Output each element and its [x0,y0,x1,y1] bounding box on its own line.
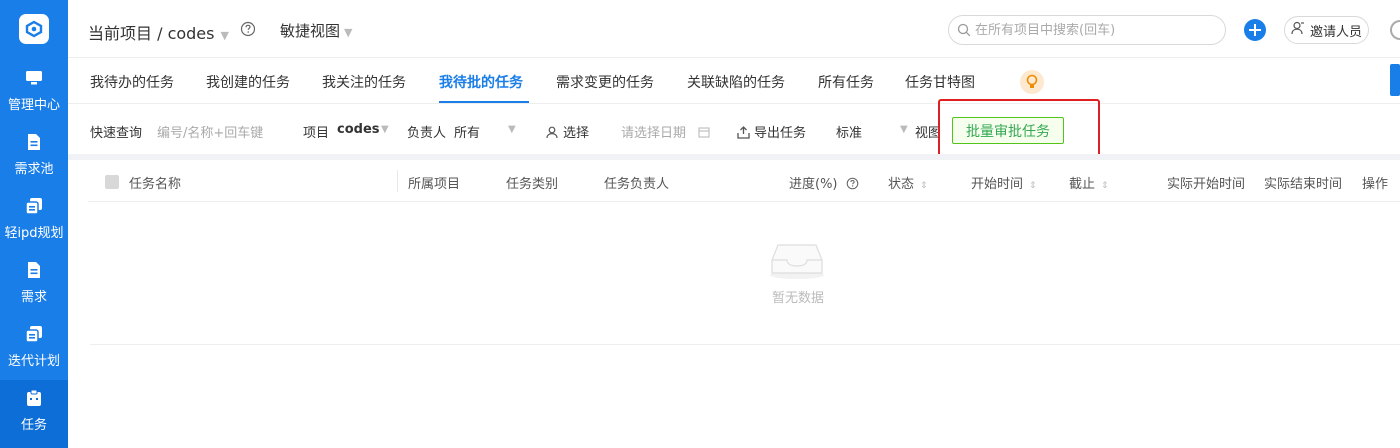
project-filter-value[interactable]: codes [337,122,380,137]
column-start-time[interactable]: 开始时间 ⇕ [971,173,1037,192]
assignee-filter-label: 负责人 [407,126,447,141]
active-tab-indicator [439,101,529,103]
sidebar-item-label: 轻ipd规划 [4,226,64,241]
caret-down-icon[interactable]: ▼ [900,124,908,135]
sort-icon: ⇕ [1029,181,1037,191]
invite-button[interactable]: 邀请人员 [1284,16,1369,44]
user-icon [1291,21,1305,39]
column-actual-start: 实际开始时间 [1167,177,1246,192]
app-logo[interactable] [0,0,68,58]
status-column-label: 状态 [888,177,915,192]
sidebar-item-iteration-plan[interactable]: 迭代计划 [0,316,68,380]
app-root: 管理中心 需求池 轻ipd规划 需求 迭代计划 任务 当前项目 / codes … [0,0,1400,448]
view-selector[interactable]: 敏捷视图 ▼ [280,20,352,41]
column-progress[interactable]: 进度(%) [789,173,859,192]
empty-inbox-icon [768,240,826,280]
tab-my-followed[interactable]: 我关注的任务 [322,72,406,92]
sort-icon: ⇕ [1101,181,1109,191]
plus-icon [1249,24,1261,36]
quick-query-input[interactable]: 编号/名称+回车键 [157,122,263,141]
date-picker[interactable]: 请选择日期 [621,122,710,141]
project-filter-label: 项目 [303,126,330,141]
column-task-name: 任务名称 [129,177,182,192]
start-time-column-label: 开始时间 [971,177,1024,192]
monitor-icon [24,68,44,88]
tab-my-created[interactable]: 我创建的任务 [206,72,290,92]
document-icon [24,260,44,280]
tab-my-todo[interactable]: 我待办的任务 [90,72,174,92]
sidebar-item-label: 任务 [20,418,47,433]
search-input[interactable] [975,22,1215,38]
column-deadline[interactable]: 截止 ⇕ [1069,173,1109,192]
copy-icon [24,324,44,344]
column-task-type: 任务类别 [506,177,559,192]
progress-column-label: 进度(%) [789,177,838,192]
tab-requirement-changed[interactable]: 需求变更的任务 [556,72,654,92]
empty-state-text: 暂无数据 [771,291,824,306]
sort-icon: ⇕ [920,181,928,191]
select-label: 选择 [563,126,590,141]
column-status[interactable]: 状态 ⇕ [888,173,928,192]
calendar-icon [698,127,710,138]
quick-query-label: 快速查询 [90,126,143,141]
view-label: 敏捷视图 [280,22,341,40]
sidebar-item-management[interactable]: 管理中心 [0,60,68,124]
search-icon [957,23,971,37]
export-button[interactable]: 导出任务 [737,122,806,141]
avatar[interactable] [1390,20,1400,40]
deadline-column-label: 截止 [1069,177,1096,192]
column-project: 所属项目 [408,177,461,192]
clipboard-icon [24,388,44,408]
column-actual-end: 实际结束时间 [1264,177,1343,192]
column-assignee: 任务负责人 [604,177,670,192]
invite-label: 邀请人员 [1309,24,1362,40]
sidebar-item-label: 需求池 [14,162,54,177]
sidebar-item-requirement[interactable]: 需求 [0,252,68,316]
export-icon [737,126,750,139]
side-panel-toggle[interactable] [1390,64,1400,96]
select-user-button[interactable]: 选择 [546,122,589,141]
logo-icon [19,14,49,44]
standard-view-select[interactable]: 标准 [836,122,862,141]
tab-gantt[interactable]: 任务甘特图 [905,72,975,92]
date-placeholder: 请选择日期 [621,126,687,141]
filter-bar: 快速查询 编号/名称+回车键 项目 codes ▼ 负责人 所有 ▼ 选择 请选… [68,104,1400,154]
caret-down-icon: ▼ [344,26,353,39]
tab-all-tasks[interactable]: 所有任务 [818,72,874,92]
lightbulb-icon[interactable] [1020,70,1044,94]
select-all-checkbox[interactable] [105,175,119,189]
export-label: 导出任务 [754,126,807,141]
copy-icon [24,196,44,216]
task-tabs: 我待办的任务 我创建的任务 我关注的任务 我待批的任务 需求变更的任务 关联缺陷… [68,58,1400,104]
sidebar-item-requirement-pool[interactable]: 需求池 [0,124,68,188]
global-search[interactable] [948,15,1226,45]
top-header: 当前项目 / codes▼ 敏捷视图▼ 邀请人员 [68,0,1400,58]
sidebar-item-label: 需求 [20,290,47,305]
caret-down-icon[interactable]: ▼ [381,124,389,135]
sidebar-item-label: 管理中心 [7,98,60,113]
caret-down-icon: ▼ [220,29,229,42]
project-label: 当前项目 / codes [88,24,215,43]
table-bottom-divider [90,344,1400,345]
assignee-filter-value[interactable]: 所有 [454,122,480,141]
table-header: 任务名称 所属项目 任务类别 任务负责人 进度(%) 状态 ⇕ 开始时间 ⇕ 截止 ⇕… [88,160,1400,202]
user-icon [546,126,558,139]
column-actions: 操作 [1362,177,1389,192]
tab-pending-approval[interactable]: 我待批的任务 [439,72,523,92]
sidebar-item-ipd-plan[interactable]: 轻ipd规划 [0,188,68,252]
sidebar-item-task[interactable]: 任务 [0,380,68,448]
tab-linked-defects[interactable]: 关联缺陷的任务 [687,72,785,92]
column-divider[interactable] [397,170,398,192]
caret-down-icon[interactable]: ▼ [508,124,516,135]
document-icon [24,132,44,152]
sidebar: 管理中心 需求池 轻ipd规划 需求 迭代计划 任务 [0,0,68,448]
project-selector[interactable]: 当前项目 / codes ▼ [88,20,229,44]
add-button[interactable] [1244,19,1266,41]
help-icon [846,177,858,190]
sidebar-item-label: 迭代计划 [7,354,60,369]
highlight-box [938,99,1100,157]
help-icon[interactable] [240,21,256,37]
